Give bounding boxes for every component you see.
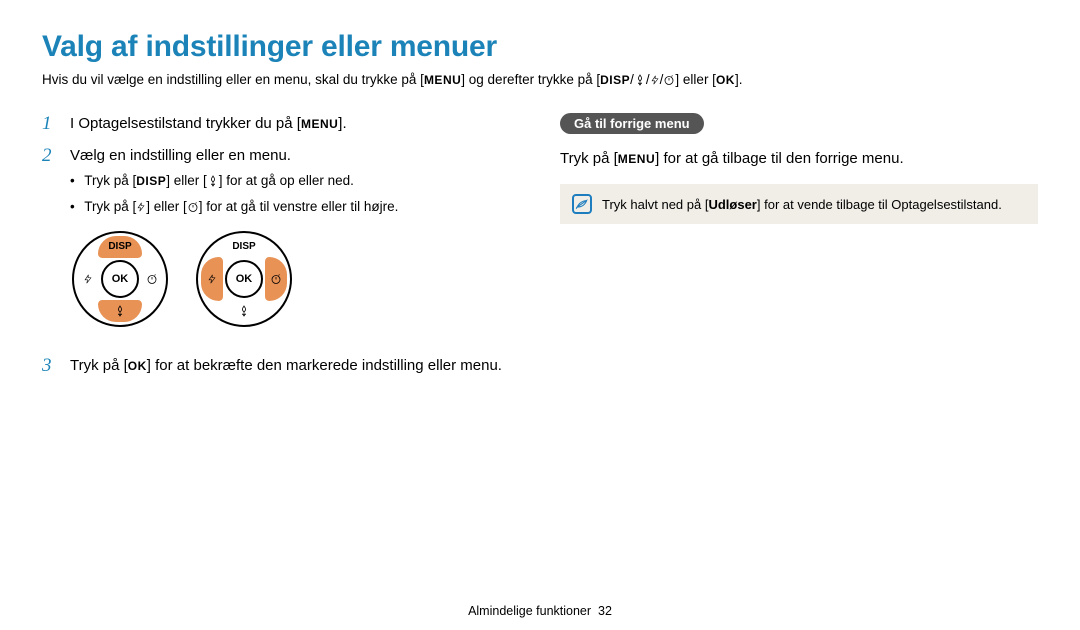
step-1: 1 I Optagelsestilstand trykker du på [ME… xyxy=(42,113,520,135)
flash-icon xyxy=(650,74,660,89)
page-footer: Almindelige funktioner 32 xyxy=(0,604,1080,618)
macro-icon xyxy=(222,300,266,322)
step-3-post: ] for at bekræfte den markerede indstill… xyxy=(147,357,502,374)
dial-disp-label: DISP xyxy=(98,236,142,258)
sub2-post: ] for at gå til venstre eller til højre. xyxy=(199,199,399,214)
step-1-post: ]. xyxy=(338,115,346,132)
menu-key-label: MENU xyxy=(618,152,655,166)
timer-icon xyxy=(265,257,287,301)
dial-vertical: DISP OK xyxy=(72,231,168,327)
note-post: ] for at vende tilbage til Optagelsestil… xyxy=(757,197,1002,212)
step-1-pre: I Optagelsestilstand trykker du på [ xyxy=(70,115,301,132)
step-3: 3 Tryk på [OK] for at bekræfte den marke… xyxy=(42,355,520,377)
step-2-sub1: Tryk på [DISP] eller [ ] for at gå op ell… xyxy=(70,171,398,193)
intro-end: ]. xyxy=(735,72,743,87)
ok-key-label: OK xyxy=(128,359,147,373)
back-menu-text: Tryk på [MENU] for at gå tilbage til den… xyxy=(560,148,1038,170)
note-pre: Tryk halvt ned på [ xyxy=(602,197,708,212)
menu-key-label: MENU xyxy=(424,73,461,87)
rtext-post: ] for at gå tilbage til den forrige menu… xyxy=(655,150,903,167)
macro-icon xyxy=(98,300,142,322)
macro-icon xyxy=(634,74,646,89)
sub1-post: ] for at gå op eller ned. xyxy=(219,173,354,188)
disp-key-label: DISP xyxy=(136,174,166,188)
sub1-pre: Tryk på [ xyxy=(84,173,136,188)
disp-key-label: DISP xyxy=(600,73,630,87)
sub2-mid: ] eller [ xyxy=(146,199,187,214)
flash-icon xyxy=(77,257,99,301)
flash-icon xyxy=(201,257,223,301)
timer-icon xyxy=(663,74,675,89)
step-number: 3 xyxy=(42,355,56,377)
ok-key-label: OK xyxy=(716,73,735,87)
menu-key-label: MENU xyxy=(301,117,338,131)
rtext-pre: Tryk på [ xyxy=(560,150,618,167)
footer-page: 32 xyxy=(598,604,612,618)
dial-horizontal: DISP OK xyxy=(196,231,292,327)
sub1-mid: ] eller [ xyxy=(166,173,207,188)
dial-diagrams: DISP OK DISP xyxy=(72,231,398,327)
step-2-text: Vælg en indstilling eller en menu. xyxy=(70,147,291,164)
footer-label: Almindelige funktioner xyxy=(468,604,591,618)
left-column: 1 I Optagelsestilstand trykker du på [ME… xyxy=(42,113,520,387)
intro-text: Hvis du vil vælge en indstilling eller e… xyxy=(42,72,1038,89)
back-menu-pill: Gå til forrige menu xyxy=(560,113,704,134)
step-number: 2 xyxy=(42,145,56,345)
sub2-pre: Tryk på [ xyxy=(84,199,136,214)
right-column: Gå til forrige menu Tryk på [MENU] for a… xyxy=(560,113,1038,224)
note-box: Tryk halvt ned på [Udløser] for at vende… xyxy=(560,184,1038,224)
timer-icon xyxy=(187,199,199,219)
intro-post: ] eller [ xyxy=(675,72,716,87)
page-title: Valg af indstillinger eller menuer xyxy=(42,30,1038,64)
intro-pre: Hvis du vil vælge en indstilling eller e… xyxy=(42,72,424,87)
note-icon xyxy=(572,194,592,214)
dial-ok-button: OK xyxy=(101,260,139,298)
flash-icon xyxy=(136,199,146,219)
intro-mid: ] og derefter trykke på [ xyxy=(461,72,600,87)
step-2-sub2: Tryk på [ ] eller [ ] for at gå til venstr… xyxy=(70,197,398,219)
step-3-pre: Tryk på [ xyxy=(70,357,128,374)
step-number: 1 xyxy=(42,113,56,135)
dial-ok-button: OK xyxy=(225,260,263,298)
macro-icon xyxy=(207,173,219,193)
note-text: Tryk halvt ned på [Udløser] for at vende… xyxy=(602,197,1002,212)
note-bold: Udløser xyxy=(708,197,756,212)
timer-icon xyxy=(141,257,163,301)
dial-disp-label: DISP xyxy=(222,236,266,258)
step-2: 2 Vælg en indstilling eller en menu. Try… xyxy=(42,145,520,345)
